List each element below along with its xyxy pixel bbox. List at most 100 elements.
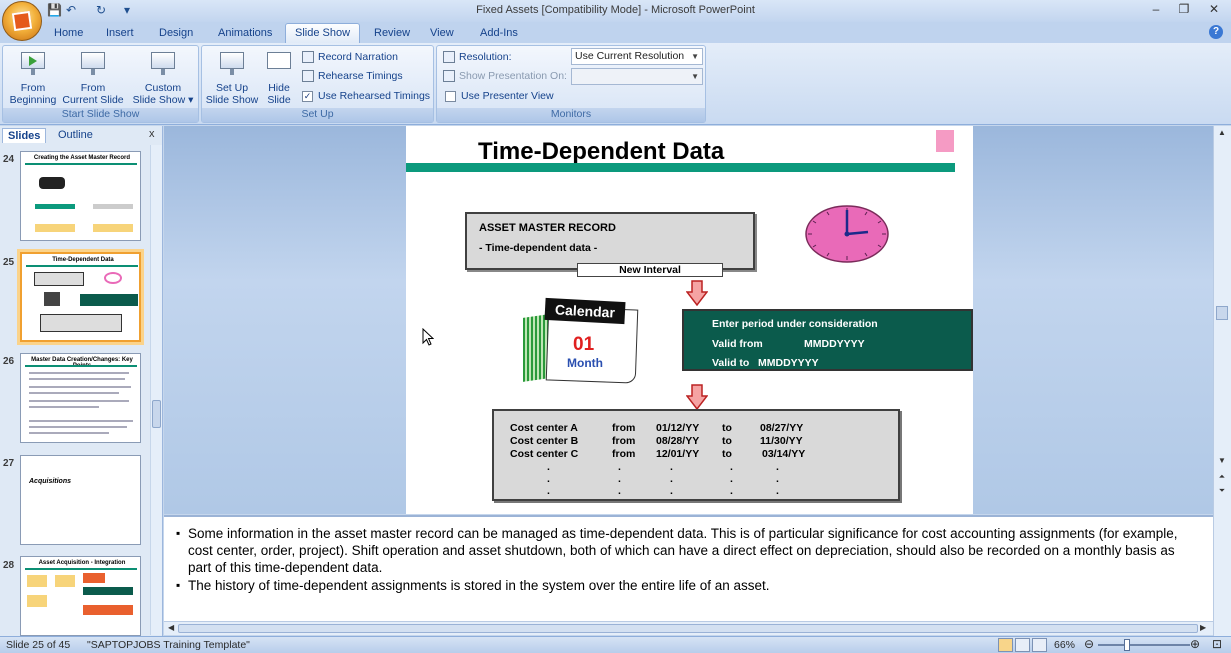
custom-show-icon <box>148 50 178 78</box>
ellipsis-dot: . <box>730 461 733 473</box>
rehearse-timings-button[interactable]: Rehearse Timings <box>302 68 403 84</box>
rehearse-timings-label: Rehearse Timings <box>318 70 403 82</box>
custom-show-label: Custom Slide Show ▾ <box>132 82 194 106</box>
calendar-day: 01 <box>573 334 595 355</box>
scroll-thumb[interactable] <box>1216 306 1228 320</box>
zoom-slider[interactable] <box>1098 644 1190 646</box>
cost-center-table[interactable]: Cost center A from 01/12/YY to 08/27/YY … <box>492 409 900 501</box>
minimize-button[interactable]: – <box>1143 2 1169 18</box>
cc-end: 11/30/YY <box>760 435 803 447</box>
slide-thumbnail-26[interactable]: Master Data Creation/Changes: Key Points <box>20 353 141 443</box>
slides-pane-scrollbar[interactable] <box>150 145 162 635</box>
thumbnail-title: Creating the Asset Master Record <box>33 155 131 161</box>
resolution-label: Resolution: <box>459 51 512 63</box>
slide-number: 28 <box>3 560 15 571</box>
new-interval-label[interactable]: New Interval <box>577 263 723 277</box>
tab-review[interactable]: Review <box>365 25 419 43</box>
cc-to: to <box>722 435 732 447</box>
ellipsis-dot: . <box>776 461 779 473</box>
fit-slide-icon[interactable]: ⊡ <box>1212 637 1222 651</box>
cc-from: from <box>612 422 636 434</box>
custom-slide-show-button[interactable]: Custom Slide Show ▾ <box>130 50 196 106</box>
group-label: Set Up <box>202 108 433 122</box>
period-entry-box[interactable]: Enter period under consideration Valid f… <box>682 309 973 371</box>
close-window-button[interactable]: ✕ <box>1201 2 1227 18</box>
tab-slides[interactable]: Slides <box>2 128 47 143</box>
group-label: Monitors <box>437 108 705 122</box>
help-icon[interactable]: ? <box>1209 25 1223 39</box>
slide-thumbnail-25[interactable]: Time-Dependent Data <box>20 252 141 342</box>
set-up-slide-show-button[interactable]: Set Up Slide Show <box>204 50 260 106</box>
from-beginning-button[interactable]: From Beginning <box>5 50 61 106</box>
tab-design[interactable]: Design <box>150 25 202 43</box>
calendar-title: Calendar <box>544 297 626 325</box>
slide-sorter-view-icon[interactable] <box>1015 638 1030 652</box>
hide-slide-label: Hide Slide <box>267 82 291 106</box>
cc-start: 12/01/YY <box>656 448 700 460</box>
tab-view[interactable]: View <box>421 25 463 43</box>
window-title: Fixed Assets [Compatibility Mode] - Micr… <box>476 4 755 16</box>
cc-name: Cost center C <box>510 448 579 460</box>
use-rehearsed-timings-checkbox[interactable]: ✓ Use Rehearsed Timings <box>302 88 430 104</box>
cc-from: from <box>612 435 636 447</box>
next-slide-icon[interactable]: ⏷ <box>1216 486 1228 496</box>
close-icon[interactable]: x <box>149 128 155 140</box>
chevron-down-icon: ▼ <box>691 52 699 61</box>
hide-slide-button[interactable]: Hide Slide <box>262 50 296 106</box>
tab-slide-show[interactable]: Slide Show <box>285 23 361 44</box>
monitor-icon <box>443 51 455 63</box>
slide-show-view-icon[interactable] <box>1032 638 1047 652</box>
note-paragraph: The history of time-dependent assignment… <box>176 577 1201 594</box>
show-on-label-row: Show Presentation On: <box>443 68 567 84</box>
zoom-level[interactable]: 66% <box>1054 639 1075 651</box>
scroll-down-icon[interactable]: ▼ <box>1216 456 1228 465</box>
from-current-slide-button[interactable]: From Current Slide <box>60 50 126 106</box>
tab-home[interactable]: Home <box>45 25 92 43</box>
ellipsis-dot: . <box>776 473 779 485</box>
ellipsis-dot: . <box>547 461 550 473</box>
scroll-thumb[interactable] <box>152 400 161 428</box>
scroll-thumb[interactable] <box>178 624 1198 633</box>
tab-add-ins[interactable]: Add-Ins <box>471 25 527 43</box>
scroll-up-icon[interactable]: ▲ <box>1216 128 1228 137</box>
tab-animations[interactable]: Animations <box>209 25 281 43</box>
tab-outline[interactable]: Outline <box>53 128 98 143</box>
template-name[interactable]: "SAPTOPJOBS Training Template" <box>87 639 250 651</box>
notes-pane[interactable]: Some information in the asset master rec… <box>164 515 1213 621</box>
previous-slide-icon[interactable]: ⏶ <box>1216 472 1228 482</box>
use-presenter-view-checkbox[interactable]: Use Presenter View <box>445 88 554 104</box>
note-paragraph: Some information in the asset master rec… <box>176 525 1201 576</box>
office-button[interactable] <box>2 1 42 41</box>
normal-view-icon[interactable] <box>998 638 1013 652</box>
scroll-left-icon[interactable]: ◀ <box>168 623 174 632</box>
resolution-dropdown[interactable]: Use Current Resolution ▼ <box>571 48 703 65</box>
tab-insert[interactable]: Insert <box>97 25 143 43</box>
stopwatch-icon <box>302 70 314 82</box>
checkbox-checked-icon: ✓ <box>302 90 313 102</box>
maximize-button[interactable]: ❐ <box>1171 2 1197 18</box>
asset-master-record-box[interactable]: ASSET MASTER RECORD - Time-dependent dat… <box>465 212 755 270</box>
clock-icon[interactable] <box>804 204 890 264</box>
slide-title[interactable]: Time-Dependent Data <box>478 138 724 166</box>
cc-to: to <box>722 448 732 460</box>
cc-name: Cost center A <box>510 422 578 434</box>
vertical-scrollbar[interactable]: ▲ ▼ ⏶ ⏷ <box>1213 126 1231 636</box>
zoom-slider-thumb[interactable] <box>1124 639 1130 651</box>
mouse-pointer-icon <box>422 328 434 346</box>
slide-thumbnail-27[interactable]: Acquisitions <box>20 455 141 545</box>
zoom-in-icon[interactable]: ⊕ <box>1190 637 1200 651</box>
setup-show-icon <box>217 50 247 78</box>
calendar-icon[interactable]: Calendar 01 Month <box>521 297 641 388</box>
slide-thumbnail-28[interactable]: Asset Acquisition - Integration <box>20 556 141 636</box>
show-presentation-on-dropdown[interactable]: ▼ <box>571 68 703 85</box>
horizontal-scrollbar[interactable]: ◀ ▶ <box>164 621 1213 635</box>
resolution-label-row: Resolution: <box>443 49 512 65</box>
ellipsis-dot: . <box>670 473 673 485</box>
current-slide[interactable]: Time-Dependent Data ASSET MASTER RECORD … <box>406 126 973 514</box>
zoom-out-icon[interactable]: ⊖ <box>1084 637 1094 651</box>
record-narration-button[interactable]: Record Narration <box>302 49 398 65</box>
slide-thumbnail-24[interactable]: Creating the Asset Master Record <box>20 151 141 241</box>
scroll-right-icon[interactable]: ▶ <box>1200 623 1206 632</box>
resolution-value: Use Current Resolution <box>575 50 685 62</box>
from-beginning-label: From Beginning <box>9 82 57 106</box>
